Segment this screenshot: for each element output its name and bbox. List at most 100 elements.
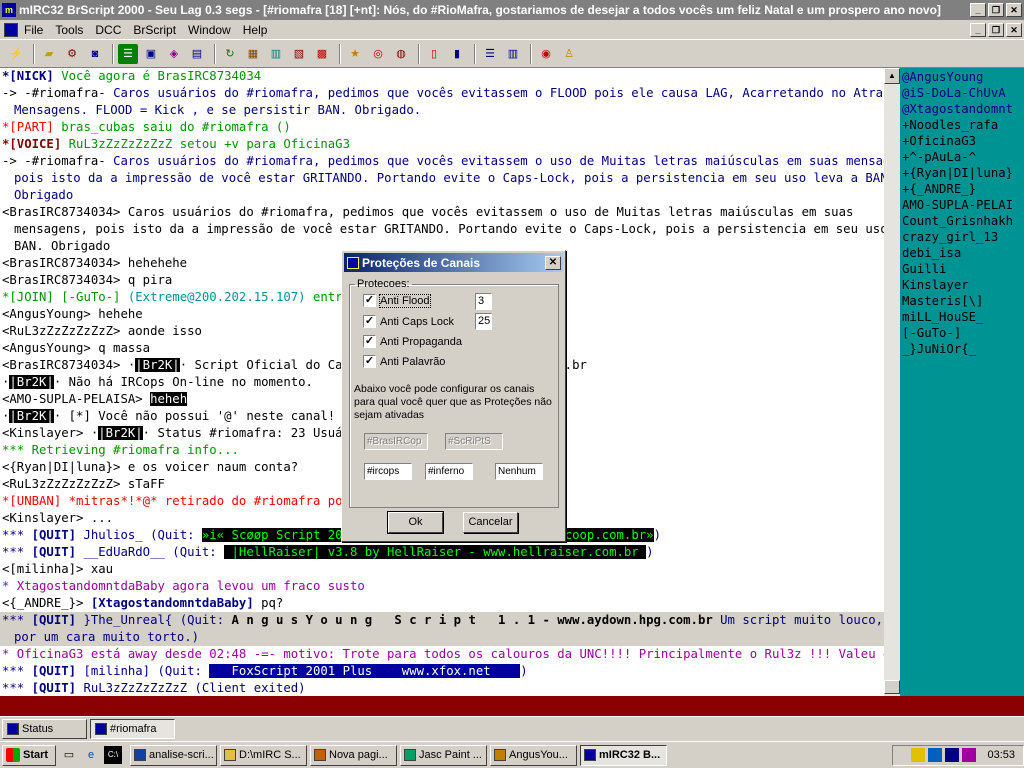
lifebuoy-icon[interactable]: ◉: [536, 44, 556, 64]
ok-button[interactable]: Ok: [387, 511, 444, 534]
chat-scrollbar[interactable]: ▲: [884, 68, 900, 696]
nick-list-item[interactable]: Guilli: [900, 261, 1024, 277]
nick-list-item[interactable]: debi_isa: [900, 245, 1024, 261]
folder-icon[interactable]: ▰: [39, 44, 59, 64]
nick-list[interactable]: @AngusYoung @iS-DoLa-ChUvA @Xtagostandomnt…: [900, 68, 1024, 696]
cascade-icon[interactable]: ▯: [424, 44, 444, 64]
excluded-channel-nenhum[interactable]: Nenhum: [495, 463, 543, 480]
dialog-title-bar[interactable]: Proteções de Canais ✕: [344, 253, 563, 272]
switch-status[interactable]: Status: [2, 719, 87, 739]
checkbox-box[interactable]: ✓: [363, 315, 376, 328]
nick-list-item[interactable]: miLL_HouSE_: [900, 309, 1024, 325]
chat-text: [QUIT]: [31, 664, 84, 678]
anti-flood-checkbox[interactable]: ✓ Anti Flood: [363, 293, 431, 308]
remote-icon[interactable]: ▧: [289, 44, 309, 64]
tile-vertical-icon[interactable]: ▥: [503, 44, 523, 64]
tray-mirc-icon[interactable]: [945, 748, 960, 762]
restore-button[interactable]: ❐: [988, 3, 1004, 17]
log-icon[interactable]: ◎: [368, 44, 388, 64]
menu-help[interactable]: Help: [243, 23, 268, 37]
chat-line: Obrigado: [0, 187, 884, 204]
address-book-icon[interactable]: ◙: [85, 44, 105, 64]
mdi-close-button[interactable]: ✕: [1006, 22, 1022, 37]
menu-file[interactable]: File: [24, 23, 43, 37]
anti-caps-lock-checkbox[interactable]: ✓ Anti Caps Lock: [363, 315, 454, 328]
cancel-button[interactable]: Cancelar: [463, 512, 518, 533]
nick-list-item[interactable]: Masteris[\]: [900, 293, 1024, 309]
notify-icon[interactable]: ▣: [141, 44, 161, 64]
users-icon[interactable]: ★: [345, 44, 365, 64]
task-mirc32[interactable]: mIRC32 B...: [580, 744, 667, 766]
nick-list-item[interactable]: +^-pAuLa-^: [900, 149, 1024, 165]
chat-text: <RuL3zZzZzZzZzZ> sTaFF: [2, 477, 165, 491]
about-icon[interactable]: ♙: [559, 44, 579, 64]
nick-list-item[interactable]: AMO-SUPLA-PELAI: [900, 197, 1024, 213]
menu-tools[interactable]: Tools: [55, 23, 83, 37]
tile-icon[interactable]: ◍: [391, 44, 411, 64]
checkbox-box[interactable]: ✓: [363, 335, 376, 348]
colors-icon[interactable]: ▩: [312, 44, 332, 64]
options-icon[interactable]: ▦: [243, 44, 263, 64]
anti-palavrao-checkbox[interactable]: ✓ Anti Palavrão: [363, 355, 445, 368]
close-button[interactable]: ✕: [1006, 3, 1022, 17]
show-desktop-icon[interactable]: ▭: [60, 746, 78, 764]
clock[interactable]: 03:53: [987, 749, 1015, 761]
anti-caps-lock-value[interactable]: 25: [475, 313, 492, 330]
tray-lightning-icon[interactable]: [911, 748, 926, 762]
menu-dcc[interactable]: DCC: [95, 23, 121, 37]
mdi-window-icon[interactable]: [4, 22, 18, 37]
internet-explorer-icon[interactable]: e: [82, 746, 100, 764]
start-button[interactable]: Start: [2, 744, 56, 766]
chat-text: |Br2K|: [135, 358, 180, 372]
mdi-minimize-button[interactable]: _: [970, 22, 986, 37]
nick-list-item[interactable]: crazy_girl_13: [900, 229, 1024, 245]
tray-app-icon[interactable]: [962, 748, 977, 762]
dialog-close-button[interactable]: ✕: [545, 255, 561, 270]
mdi-restore-button[interactable]: ❐: [988, 22, 1004, 37]
excluded-channel-ircops[interactable]: #ircops: [364, 463, 412, 480]
checkbox-box[interactable]: ✓: [363, 355, 376, 368]
send-icon[interactable]: ↻: [220, 44, 240, 64]
connect-icon[interactable]: ⚡: [6, 44, 26, 64]
nick-list-item[interactable]: @Xtagostandomnt: [900, 101, 1024, 117]
tray-network-icon[interactable]: [928, 748, 943, 762]
switch-riomafra[interactable]: #riomafra: [90, 719, 175, 739]
excluded-channel-brasircop: #BrasIRCop: [364, 433, 428, 450]
nick-list-item[interactable]: [-GuTo-]: [900, 325, 1024, 341]
nick-list-item[interactable]: Count_Grisnhakh: [900, 213, 1024, 229]
tile-horizontal-icon[interactable]: ☰: [480, 44, 500, 64]
task-analise-scri[interactable]: analise-scri...: [130, 744, 217, 766]
nick-list-item[interactable]: _}JuNiOr{_: [900, 341, 1024, 357]
dcc-send-icon[interactable]: ◈: [164, 44, 184, 64]
command-input[interactable]: [0, 696, 1024, 716]
script-editor-icon[interactable]: ▥: [266, 44, 286, 64]
nick-list-item[interactable]: +OficinaG3: [900, 133, 1024, 149]
checkbox-box[interactable]: ✓: [363, 294, 376, 307]
settings-icon[interactable]: ⚙: [62, 44, 82, 64]
nick-list-item[interactable]: @AngusYoung: [900, 69, 1024, 85]
task-mirc-folder[interactable]: D:\mIRC S...: [220, 744, 307, 766]
scroll-up-arrow-icon[interactable]: ▲: [884, 68, 900, 84]
list-icon[interactable]: ☰: [118, 43, 138, 64]
nick-list-item[interactable]: +{_ANDRE_}: [900, 181, 1024, 197]
scroll-thumb[interactable]: [884, 680, 900, 694]
anti-propaganda-checkbox[interactable]: ✓ Anti Propaganda: [363, 335, 462, 348]
command-prompt-icon[interactable]: C:\: [104, 746, 122, 764]
nick-list-item[interactable]: +{Ryan|DI|luna}: [900, 165, 1024, 181]
task-jasc-paint[interactable]: Jasc Paint ...: [400, 744, 487, 766]
excluded-channel-inferno[interactable]: #inferno: [425, 463, 473, 480]
nick-list-item[interactable]: Kinslayer: [900, 277, 1024, 293]
anti-flood-value[interactable]: 3: [475, 293, 492, 310]
excluded-channel-scripts: #ScRiPtS: [445, 433, 503, 450]
minimize-button[interactable]: _: [970, 3, 986, 17]
nick-list-item[interactable]: +Noodles_rafa: [900, 117, 1024, 133]
help-icon[interactable]: ▮: [447, 44, 467, 64]
nick-list-item[interactable]: @iS-DoLa-ChUvA: [900, 85, 1024, 101]
chat-text: <[milinha]> xau: [2, 562, 114, 576]
menu-brscript[interactable]: BrScript: [133, 23, 176, 37]
dcc-chat-icon[interactable]: ▤: [187, 44, 207, 64]
task-angusyoung[interactable]: AngusYou...: [490, 744, 577, 766]
menu-window[interactable]: Window: [188, 23, 231, 37]
task-nova-pagina[interactable]: Nova pagi...: [310, 744, 397, 766]
chat-text: »i« Scøøp Script 2001: [201, 528, 358, 542]
